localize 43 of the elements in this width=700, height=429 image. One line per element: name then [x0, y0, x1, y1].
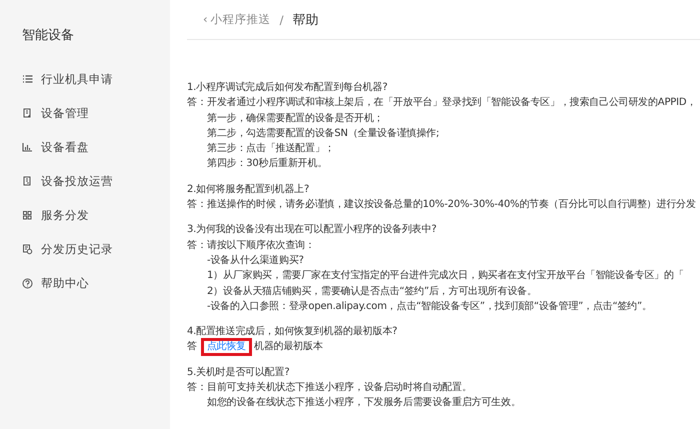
answer-text: -设备从什么渠道购买? [207, 254, 305, 268]
document-icon [22, 176, 33, 187]
answer-label: 答： [187, 96, 207, 110]
answer-text: 目前可支持关机状态下推送小程序，设备启动时将自动配置。 [207, 380, 473, 396]
answer-label: 答 [187, 340, 197, 354]
sidebar-item[interactable]: 帮助中心 [22, 276, 89, 291]
bar-chart-icon [22, 142, 33, 153]
breadcrumb-link[interactable]: ‹ 小程序推送 [203, 12, 271, 27]
answer-label: 答： [187, 381, 207, 396]
page-title: 帮助 [292, 12, 318, 28]
answer-text: 开发者通过小程序调试和审核上架后，在「开放平台」登录找到「智能设备专区」，搜索自己公司研发的APPID， [207, 96, 696, 110]
help-icon [22, 278, 33, 289]
app-title: 智能设备 [22, 27, 74, 44]
answer-label: 答： [187, 198, 207, 212]
sidebar-item[interactable]: 分发历史记录 [22, 242, 113, 257]
answer-text: 第四步：30秒后重新开机。 [207, 156, 328, 172]
grid-icon [22, 210, 33, 221]
answer-text: 请按以下顺序依次查询： [207, 238, 316, 253]
restore-link[interactable]: 点此恢复 [206, 341, 246, 354]
sidebar-item[interactable]: 行业机具申请 [22, 72, 113, 87]
answer-text: 机器的最初版本 [254, 340, 323, 354]
answer-text: 第三步：点击「推送配置」； [207, 142, 336, 156]
list-icon [22, 74, 33, 85]
answer-text: 1）从厂家购买，需要厂家在支付宝指定的平台进件完成次日，购买者在支付宝开放平台「智能设备专区」的「 [207, 268, 684, 284]
document-icon [22, 108, 33, 119]
question-text: 1.小程序调试完成后如何发布配置到每台机器? [187, 80, 388, 95]
answer-text: 第二步，勾选需要配置的设备SN（全量设备谨慎操作; [207, 126, 440, 141]
sidebar-item[interactable]: 设备投放运营 [22, 174, 113, 189]
question-text: 2.如何将服务配置到机器上? [187, 182, 310, 197]
breadcrumb-separator: / [280, 12, 284, 26]
sidebar-item[interactable]: 设备看盘 [22, 140, 89, 155]
document-clock-icon [22, 244, 33, 255]
answer-label: 答： [187, 238, 207, 253]
question-text: 5.关机时是否可以配置? [187, 366, 290, 380]
answer-text: 如您的设备在线状态下推送小程序，下发服务后需要设备重启方可生效。 [207, 396, 521, 410]
question-text: 3.为何我的设备没有出现在可以配置小程序的设备列表中? [187, 222, 438, 238]
answer-text: 推送操作的时候，请务必谨慎，建议按设备总量的10%-20%-30%-40%的节奏（百分比可以自行调整）进行分发 [207, 198, 696, 212]
answer-text: 2）设备从天猫店铺购买，需要确认是否点击“签约”后，方可出现所有设备。 [207, 284, 538, 299]
answer-text: -设备的入口参照：登录open.alipay.com，点击“智能设备专区”，找到顶部“设备管理”，点击“签约”。 [207, 300, 653, 314]
question-text: 4.配置推送完成后，如何恢复到机器的最初版本? [187, 324, 398, 340]
sidebar-item[interactable]: 服务分发 [22, 208, 89, 223]
sidebar-item[interactable]: 设备管理 [22, 106, 89, 121]
answer-text: 第一步，确保需要配置的设备是否开机； [207, 112, 384, 126]
